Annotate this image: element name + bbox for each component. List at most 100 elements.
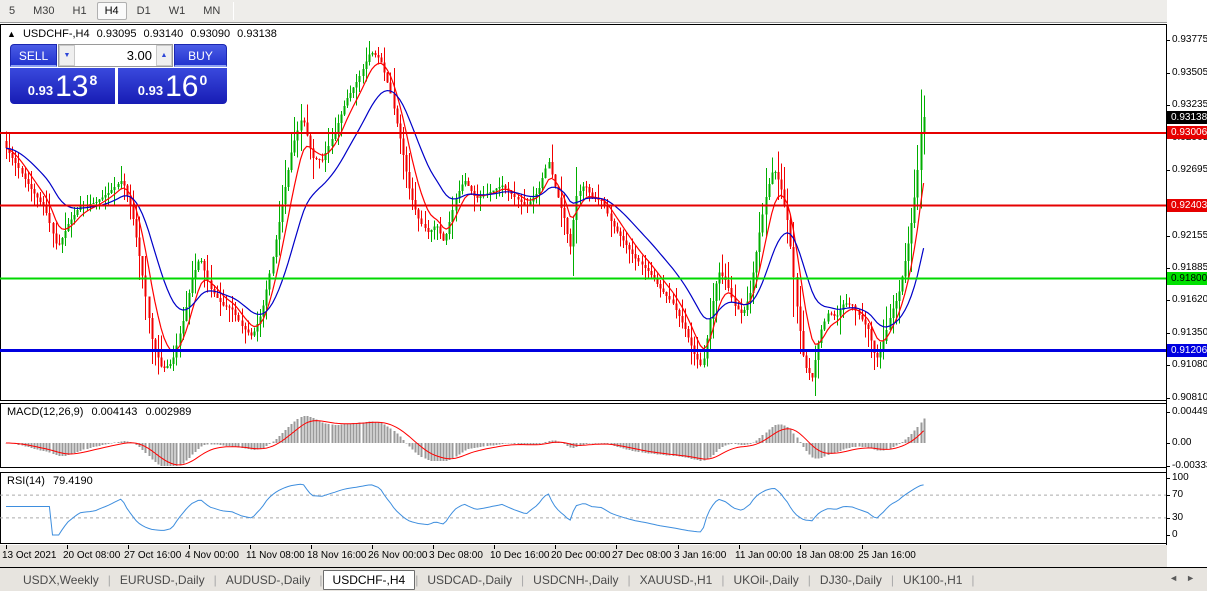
rsi-axis-tick-label: 70 <box>1172 489 1183 500</box>
time-axis-label: 25 Jan 16:00 <box>858 550 916 561</box>
tab-ukoildaily[interactable]: UKOil-,Daily <box>724 570 807 590</box>
lot-size-value[interactable]: 3.00 <box>75 45 156 66</box>
lot-size-spinner: ▼ 3.00 ▲ <box>58 44 173 67</box>
time-axis-tick <box>800 545 801 549</box>
tab-audusddaily[interactable]: AUDUSD-,Daily <box>217 570 320 590</box>
buy-price-prefix: 0.93 <box>138 83 163 98</box>
time-axis-tick <box>6 545 7 549</box>
toolbar-separator <box>233 2 234 20</box>
time-axis-label: 10 Dec 16:00 <box>490 550 550 561</box>
chart-symbol: USDCHF-,H4 <box>23 28 90 40</box>
ohlc-open: 0.93095 <box>97 28 137 40</box>
time-axis-tick <box>616 545 617 549</box>
time-axis-label: 20 Dec 00:00 <box>551 550 611 561</box>
rsi-canvas[interactable] <box>0 472 1166 544</box>
lot-increase-button[interactable]: ▲ <box>156 45 172 66</box>
price-axis-tick-label: 0.93235 <box>1172 99 1207 110</box>
sell-price-prefix: 0.93 <box>28 83 53 98</box>
time-axis-label: 3 Dec 08:00 <box>429 550 483 561</box>
rsi-value: 79.4190 <box>53 475 93 487</box>
one-click-trade-panel: SELL ▼ 3.00 ▲ BUY 0.93 13 8 0.93 16 0 <box>10 44 227 104</box>
period-button-mn[interactable]: MN <box>195 2 228 20</box>
period-button-h1[interactable]: H1 <box>65 2 95 20</box>
time-axis-tick <box>311 545 312 549</box>
rsi-axis-tick-label: 100 <box>1172 472 1189 483</box>
price-axis-tick-label: 0.91620 <box>1172 294 1207 305</box>
time-axis-label: 18 Jan 08:00 <box>796 550 854 561</box>
price-axis-tick-label: 0.93775 <box>1172 34 1207 45</box>
tab-usdchfh4[interactable]: USDCHF-,H4 <box>323 570 416 590</box>
chart-tab-bar: USDX,Weekly|EURUSD-,Daily|AUDUSD-,Daily|… <box>0 567 1207 591</box>
time-axis-label: 18 Nov 16:00 <box>307 550 367 561</box>
time-axis-label: 26 Nov 00:00 <box>368 550 428 561</box>
macd-axis-tick-label: -0.003333 <box>1172 460 1207 471</box>
time-axis-tick <box>678 545 679 549</box>
period-button-5[interactable]: 5 <box>1 2 23 20</box>
tab-scroll-arrows[interactable]: ◄► <box>1169 573 1203 583</box>
time-axis-tick <box>494 545 495 549</box>
mt4-window: 5M30H1H4D1W1MN ▲ USDCHF-,H4 0.93095 0.93… <box>0 0 1207 591</box>
price-marker-label: 0.93006 <box>1167 126 1207 139</box>
time-axis-label: 11 Nov 08:00 <box>246 550 305 561</box>
period-buttons: 5M30H1H4D1W1MN <box>0 2 229 20</box>
tab-eurusddaily[interactable]: EURUSD-,Daily <box>111 570 214 590</box>
sell-price-sup: 8 <box>89 72 97 88</box>
price-axis-tick-label: 0.92155 <box>1172 230 1207 241</box>
time-axis-label: 4 Nov 00:00 <box>185 550 239 561</box>
price-marker-label: 0.91800 <box>1167 272 1207 285</box>
ohlc-high: 0.93140 <box>144 28 184 40</box>
buy-button[interactable]: BUY <box>174 44 227 67</box>
period-button-m30[interactable]: M30 <box>25 2 62 20</box>
time-axis-label: 27 Oct 16:00 <box>124 550 181 561</box>
price-axis[interactable]: 0.937750.935050.932350.929650.926950.921… <box>1167 0 1207 567</box>
price-axis-tick-label: 0.90810 <box>1172 392 1207 403</box>
time-axis-tick <box>250 545 251 549</box>
macd-label: MACD(12,26,9) 0.004143 0.002989 <box>7 406 196 418</box>
macd-value-signal: 0.002989 <box>145 406 191 418</box>
time-axis[interactable]: 13 Oct 202120 Oct 08:0027 Oct 16:004 Nov… <box>0 545 1207 567</box>
time-axis-tick <box>67 545 68 549</box>
time-axis-tick <box>862 545 863 549</box>
time-axis-tick <box>372 545 373 549</box>
period-button-d1[interactable]: D1 <box>129 2 159 20</box>
time-axis-tick <box>555 545 556 549</box>
tab-usdcaddaily[interactable]: USDCAD-,Daily <box>418 570 521 590</box>
tab-uk100h1[interactable]: UK100-,H1 <box>894 570 971 590</box>
rsi-label: RSI(14) 79.4190 <box>7 475 98 487</box>
rsi-axis-tick-label: 0 <box>1172 529 1178 540</box>
period-toolbar: 5M30H1H4D1W1MN <box>0 0 1207 23</box>
price-axis-tick-label: 0.93505 <box>1172 67 1207 78</box>
price-axis-tick-label: 0.91350 <box>1172 327 1207 338</box>
price-marker-label: 0.93138 <box>1167 111 1207 124</box>
time-axis-label: 13 Oct 2021 <box>2 550 56 561</box>
buy-price-display[interactable]: 0.93 16 0 <box>118 68 227 104</box>
period-button-h4[interactable]: H4 <box>97 2 127 20</box>
time-axis-tick <box>128 545 129 549</box>
time-axis-label: 3 Jan 16:00 <box>674 550 726 561</box>
tab-usdcnhdaily[interactable]: USDCNH-,Daily <box>524 570 627 590</box>
price-axis-tick-label: 0.91080 <box>1172 359 1207 370</box>
period-button-w1[interactable]: W1 <box>161 2 194 20</box>
price-marker-label: 0.91206 <box>1167 344 1207 357</box>
tab-xauusdh1[interactable]: XAUUSD-,H1 <box>631 570 722 590</box>
collapse-triangle-icon[interactable]: ▲ <box>7 29 16 39</box>
rsi-axis-tick-label: 30 <box>1172 512 1183 523</box>
tab-dj30daily[interactable]: DJ30-,Daily <box>811 570 891 590</box>
tab-separator: | <box>971 573 974 587</box>
macd-name: MACD(12,26,9) <box>7 406 83 418</box>
sell-price-big: 13 <box>55 72 88 102</box>
chart-header: ▲ USDCHF-,H4 0.93095 0.93140 0.93090 0.9… <box>7 28 281 40</box>
sell-button[interactable]: SELL <box>10 44 57 67</box>
time-axis-tick <box>189 545 190 549</box>
ohlc-close: 0.93138 <box>237 28 277 40</box>
sell-price-display[interactable]: 0.93 13 8 <box>10 68 115 104</box>
ohlc-low: 0.93090 <box>190 28 230 40</box>
lot-decrease-button[interactable]: ▼ <box>59 45 75 66</box>
time-axis-label: 27 Dec 08:00 <box>612 550 672 561</box>
time-axis-tick <box>433 545 434 549</box>
time-axis-label: 11 Jan 00:00 <box>735 550 792 561</box>
axis-divider-line <box>1166 24 1167 545</box>
rsi-name: RSI(14) <box>7 475 45 487</box>
tab-usdxweekly[interactable]: USDX,Weekly <box>14 570 108 590</box>
macd-axis-tick-label: 0.00 <box>1172 437 1191 448</box>
